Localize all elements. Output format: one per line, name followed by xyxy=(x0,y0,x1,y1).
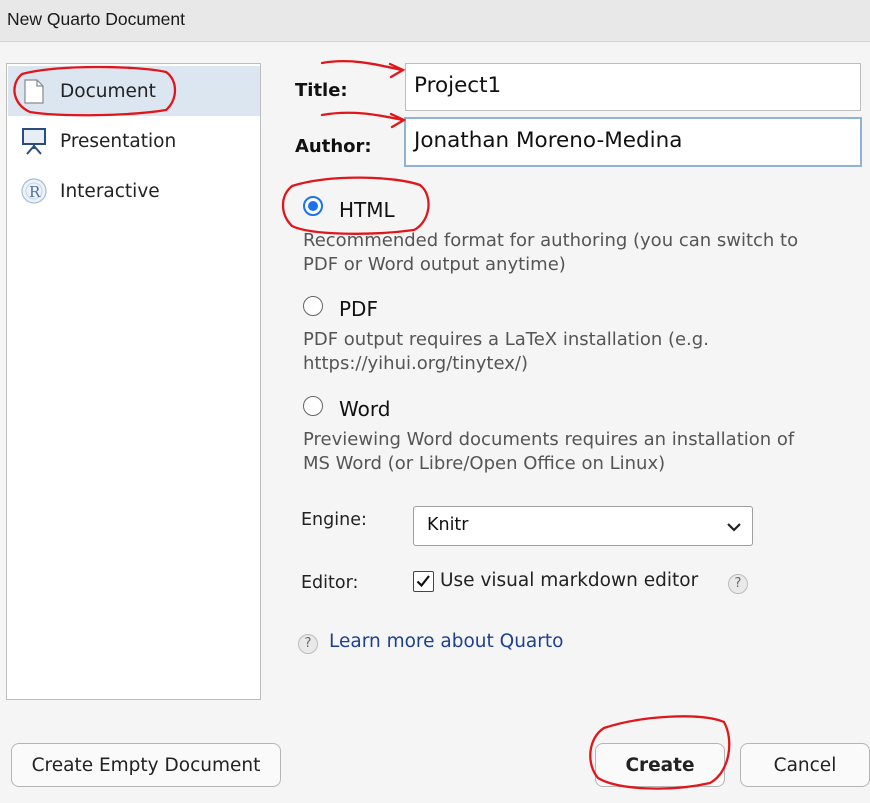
checkmark-icon xyxy=(416,575,430,588)
sidebar-item-interactive[interactable]: R Interactive xyxy=(8,166,260,216)
visual-editor-label[interactable]: Use visual markdown editor xyxy=(440,570,698,591)
cancel-button[interactable]: Cancel xyxy=(740,743,870,787)
visual-editor-checkbox[interactable] xyxy=(413,571,434,592)
sidebar-item-label: Document xyxy=(60,80,156,102)
annotation-arrow-title xyxy=(320,60,406,79)
format-label-pdf[interactable]: PDF xyxy=(339,297,378,321)
sidebar-item-document[interactable]: Document xyxy=(8,66,260,116)
format-radio-html[interactable] xyxy=(303,196,323,216)
engine-label: Engine: xyxy=(301,510,367,530)
sidebar-item-label: Interactive xyxy=(60,180,160,202)
title-input[interactable]: Project1 xyxy=(405,63,861,111)
format-description-html: Recommended format for authoring (you ca… xyxy=(303,230,799,275)
annotation-arrow-author xyxy=(320,111,407,129)
format-label-word[interactable]: Word xyxy=(339,397,390,421)
help-icon[interactable]: ? xyxy=(298,634,318,654)
author-input[interactable]: Jonathan Moreno-Medina xyxy=(404,117,862,167)
r-logo-icon: R xyxy=(20,176,48,206)
editor-label: Editor: xyxy=(301,573,359,593)
create-empty-document-button[interactable]: Create Empty Document xyxy=(11,743,281,787)
document-icon xyxy=(20,76,48,106)
format-label-html[interactable]: HTML xyxy=(339,198,395,222)
help-icon[interactable]: ? xyxy=(728,574,748,594)
chevron-down-icon xyxy=(726,519,742,538)
create-button[interactable]: Create xyxy=(595,743,725,787)
engine-select[interactable]: Knitr xyxy=(413,506,753,546)
sidebar-item-presentation[interactable]: Presentation xyxy=(8,116,260,166)
format-description-word: Previewing Word documents requires an in… xyxy=(303,429,795,474)
format-radio-word[interactable] xyxy=(303,396,323,416)
learn-more-link[interactable]: Learn more about Quarto xyxy=(329,631,563,652)
title-label: Title: xyxy=(295,80,348,101)
sidebar-item-label: Presentation xyxy=(60,130,177,152)
presentation-easel-icon xyxy=(20,126,48,156)
format-radio-pdf[interactable] xyxy=(303,296,323,316)
window-titlebar: New Quarto Document xyxy=(0,0,870,42)
svg-text:R: R xyxy=(29,183,41,201)
format-description-pdf: PDF output requires a LaTeX installation… xyxy=(303,329,709,374)
author-label: Author: xyxy=(295,136,372,157)
document-type-sidebar: Document Presentation R Interactive xyxy=(6,63,261,700)
window-title: New Quarto Document xyxy=(7,9,185,29)
engine-select-value: Knitr xyxy=(427,515,469,535)
